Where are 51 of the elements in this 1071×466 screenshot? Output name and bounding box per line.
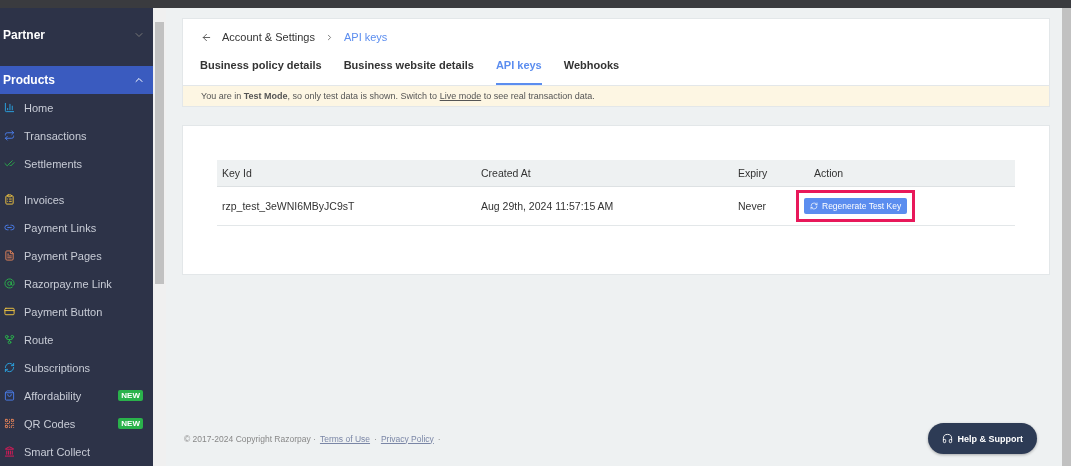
breadcrumb-current: API keys	[343, 31, 388, 43]
table-cell: Aug 29th, 2024 11:57:15 AM	[476, 187, 733, 226]
sidebar-item[interactable]: Home	[0, 93, 153, 122]
sidebar-section[interactable]: Partner	[0, 21, 153, 49]
sidebar-item[interactable]: Affordability NEW	[0, 381, 153, 410]
separator-dot: ·	[374, 433, 377, 444]
refresh-icon	[4, 362, 15, 374]
new-badge: NEW	[118, 390, 143, 402]
sidebar-item[interactable]: Transactions	[0, 121, 153, 150]
scrollbar[interactable]	[1062, 8, 1071, 466]
bank-icon	[4, 446, 15, 458]
column-header: Action	[809, 160, 1015, 187]
sidebar-item[interactable]: Settlements	[0, 149, 153, 178]
sidebar-section[interactable]: Products	[0, 66, 153, 94]
back-arrow-icon[interactable]	[201, 31, 212, 43]
sidebar-item[interactable]: Razorpay.me Link	[0, 269, 153, 298]
tab[interactable]: Business policy details	[200, 59, 322, 85]
scrollbar-thumb[interactable]	[155, 22, 164, 284]
bar-chart-icon	[4, 102, 15, 114]
table-cell: rzp_test_3eWNI6MByJC9sT	[217, 187, 476, 226]
new-badge: NEW	[118, 418, 143, 430]
card-icon	[4, 306, 15, 318]
arrows-icon	[4, 130, 15, 142]
column-header: Expiry	[733, 160, 809, 187]
sidebar-item[interactable]: Payment Pages	[0, 241, 153, 270]
tab[interactable]: Business website details	[343, 59, 474, 85]
live-mode-link[interactable]: Live mode	[439, 91, 482, 101]
double-check-icon	[4, 158, 15, 170]
qr-code-icon	[4, 418, 15, 430]
refresh-icon	[810, 202, 818, 210]
sidebar-item[interactable]: Smart Collect	[0, 437, 153, 466]
help-support-button[interactable]: Help & Support	[927, 423, 1037, 454]
headphones-icon	[941, 433, 953, 444]
test-mode-banner: You are in Test Mode, so only test data is shown. Switch to Live mode to see real transaction data.	[182, 86, 1050, 107]
sidebar-item[interactable]: Payment Links	[0, 213, 153, 242]
separator-dot: ·	[437, 433, 441, 444]
bag-icon	[4, 390, 15, 402]
breadcrumb-link[interactable]: Account & Settings	[222, 31, 315, 43]
sidebar-item[interactable]: Payment Button	[0, 297, 153, 326]
clipboard-icon	[4, 194, 15, 206]
at-sign-icon	[4, 278, 15, 290]
column-header: Key Id	[217, 160, 476, 187]
fork-icon	[4, 334, 15, 346]
sidebar-item[interactable]: QR Codes NEW	[0, 409, 153, 438]
document-icon	[4, 250, 15, 262]
copyright-text: © 2017-2024 Copyright Razorpay ·	[184, 433, 316, 444]
column-header: Created At	[476, 160, 733, 187]
sidebar-item[interactable]: Subscriptions	[0, 353, 153, 382]
sidebar-item[interactable]: Invoices	[0, 185, 153, 214]
tab[interactable]: Webhooks	[563, 59, 620, 85]
sidebar-item[interactable]: Route	[0, 325, 153, 354]
